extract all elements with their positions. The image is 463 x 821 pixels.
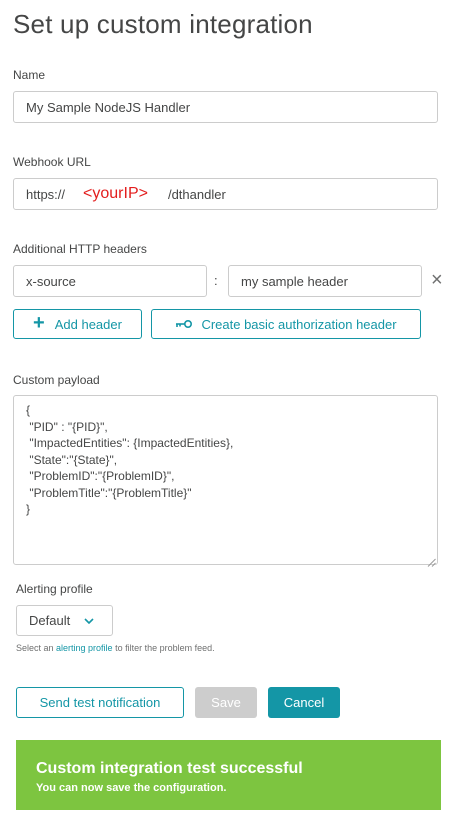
send-test-notification-button[interactable]: Send test notification xyxy=(16,687,184,718)
webhook-url-prefix: https:// xyxy=(26,186,66,202)
header-value-input[interactable]: my sample header xyxy=(228,265,422,297)
payload-line: "ProblemID":"{ProblemID}", xyxy=(26,469,175,483)
header-separator: : xyxy=(214,273,218,288)
add-header-label: Add header xyxy=(54,316,122,332)
header-key-value: x-source xyxy=(26,273,76,289)
page-title: Set up custom integration xyxy=(13,9,313,39)
name-label: Name xyxy=(13,68,46,82)
payload-line: "ProblemTitle":"{ProblemTitle}" xyxy=(26,485,192,500)
http-headers-label: Additional HTTP headers xyxy=(13,242,147,256)
create-basic-auth-button[interactable]: Create basic authorization header xyxy=(151,309,421,339)
payload-line: "ImpactedEntities": {ImpactedEntities}, xyxy=(26,436,234,450)
alerting-profile-help: Select an alerting profile to filter the… xyxy=(16,643,215,653)
notification-subtitle: You can now save the configuration. xyxy=(36,782,227,794)
key-icon xyxy=(175,319,193,329)
alerting-profile-select[interactable]: Default xyxy=(16,605,113,636)
create-basic-auth-label: Create basic authorization header xyxy=(201,316,397,332)
header-value-value: my sample header xyxy=(241,273,348,289)
name-value: My Sample NodeJS Handler xyxy=(26,99,191,115)
cancel-label: Cancel xyxy=(283,695,325,710)
payload-line: "State":"{State}", xyxy=(26,452,118,467)
remove-header-icon[interactable]: × xyxy=(431,270,443,290)
custom-payload-textarea[interactable]: { "PID" : "{PID}", "ImpactedEntities": {… xyxy=(13,395,438,565)
save-label: Save xyxy=(211,695,241,710)
alerting-profile-label: Alerting profile xyxy=(16,582,93,596)
webhook-ip-placeholder: <yourIP> xyxy=(83,185,148,202)
cancel-button[interactable]: Cancel xyxy=(268,687,340,718)
payload-line: { xyxy=(26,403,31,417)
alerting-profile-value: Default xyxy=(29,613,71,628)
notification-title: Custom integration test successful xyxy=(36,760,303,777)
save-button[interactable]: Save xyxy=(195,687,257,718)
add-header-button[interactable]: + Add header xyxy=(13,309,142,339)
name-input[interactable]: My Sample NodeJS Handler xyxy=(13,91,438,123)
help-prefix: Select an xyxy=(16,643,57,653)
resize-handle-icon[interactable] xyxy=(427,554,436,567)
payload-line: } xyxy=(26,502,31,516)
webhook-url-suffix: /dthandler xyxy=(167,186,226,202)
alerting-profile-link[interactable]: alerting profile xyxy=(56,643,113,653)
send-test-label: Send test notification xyxy=(39,695,161,710)
payload-line: "PID" : "{PID}", xyxy=(26,419,108,434)
plus-icon: + xyxy=(33,312,45,334)
success-notification: Custom integration test successful You c… xyxy=(16,740,441,810)
webhook-url-label: Webhook URL xyxy=(13,155,91,169)
custom-payload-label: Custom payload xyxy=(13,373,100,387)
header-key-input[interactable]: x-source xyxy=(13,265,207,297)
chevron-down-icon xyxy=(84,617,94,624)
webhook-url-input[interactable]: https:// <yourIP> /dthandler xyxy=(13,178,438,210)
help-suffix: to filter the problem feed. xyxy=(112,643,215,653)
